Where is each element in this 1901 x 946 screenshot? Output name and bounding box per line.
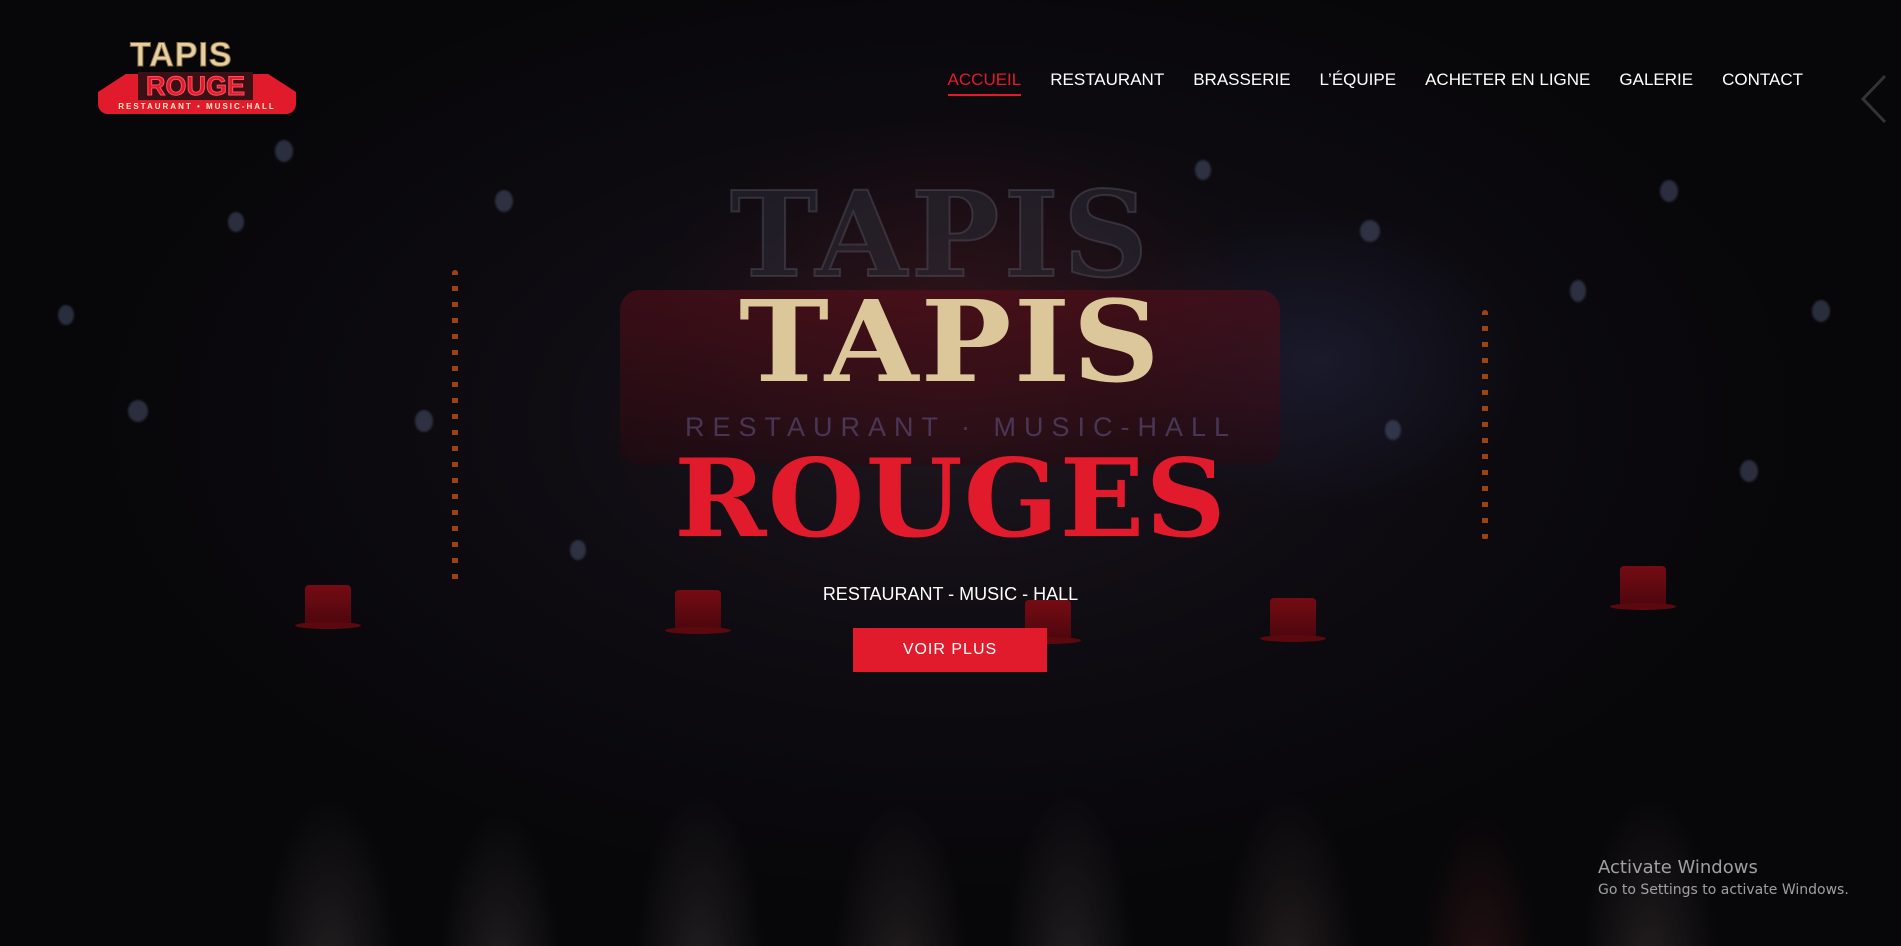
site-logo[interactable]: TAPIS ROUGE RESTAURANT • MUSIC-HALL — [98, 36, 296, 118]
main-navigation: ACCUEIL RESTAURANT BRASSERIE L’ÉQUIPE AC… — [947, 70, 1803, 96]
nav-item-contact[interactable]: CONTACT — [1722, 70, 1803, 94]
watermark-title: Activate Windows — [1598, 857, 1758, 878]
hero-title-top: TAPIS — [739, 277, 1162, 408]
nav-item-galerie[interactable]: GALERIE — [1619, 70, 1693, 94]
windows-activation-watermark: Activate Windows Go to Settings to activ… — [1598, 856, 1849, 900]
chevron-left-icon[interactable] — [1859, 72, 1889, 126]
nav-item-acheter-en-ligne[interactable]: ACHETER EN LIGNE — [1425, 70, 1590, 94]
nav-item-brasserie[interactable]: BRASSERIE — [1193, 70, 1290, 94]
nav-item-equipe[interactable]: L’ÉQUIPE — [1320, 70, 1397, 94]
logo-tagline: RESTAURANT • MUSIC-HALL — [118, 102, 276, 111]
voir-plus-button[interactable]: VOIR PLUS — [853, 628, 1047, 672]
hero-subtitle: RESTAURANT - MUSIC - HALL — [822, 584, 1079, 604]
logo-line-1: TAPIS — [130, 36, 233, 75]
nav-item-accueil[interactable]: ACCUEIL — [947, 70, 1021, 96]
watermark-subtitle: Go to Settings to activate Windows. — [1598, 882, 1849, 898]
nav-item-restaurant[interactable]: RESTAURANT — [1050, 70, 1164, 94]
logo-line-2: ROUGE — [138, 72, 254, 101]
hero-title-bottom: ROUGES — [674, 436, 1227, 562]
